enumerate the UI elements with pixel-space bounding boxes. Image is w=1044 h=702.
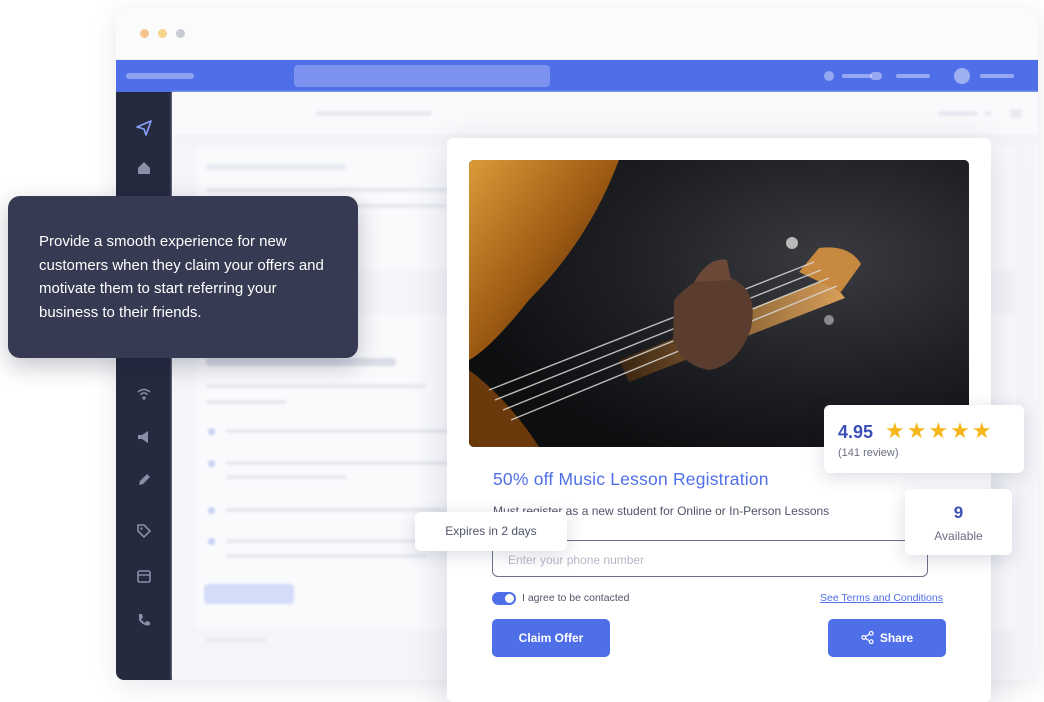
guitar-photo [469,160,969,447]
list-item [226,429,456,433]
header-icon-placeholder[interactable] [824,71,834,81]
toolbar-menu-placeholder[interactable] [1010,109,1022,118]
rating-value: 4.95 [838,422,874,442]
leads-title-placeholder [206,358,396,366]
available-count: 9 [953,503,964,522]
list-item-bullet [208,460,215,467]
header-link-placeholder[interactable] [842,74,872,78]
share-label: Share [879,631,914,645]
leads-line-placeholder [206,400,286,404]
terms-link[interactable]: See Terms and Conditions [820,592,943,604]
review-count: (141 review) [838,447,899,459]
phone-icon[interactable] [134,612,154,632]
consent-label: I agree to be contacted [522,592,630,604]
app-header [116,60,1038,92]
toolbar-title-placeholder [316,111,432,116]
offer-title: 50% off Music Lesson Registration [493,469,769,489]
header-link-placeholder[interactable] [896,74,930,78]
claim-offer-label: Claim Offer [518,631,584,645]
share-icon [861,630,874,645]
available-label: Available [934,529,983,543]
megaphone-icon[interactable] [134,429,154,449]
content-toolbar [172,92,1038,136]
list-item [226,475,346,479]
app-logo-placeholder [126,73,194,79]
phone-input-placeholder: Enter your phone number [508,553,645,567]
list-item [226,554,426,558]
marketing-screenshot: Provide a smooth experience for new cust… [0,0,1044,702]
toolbar-filter-placeholder[interactable] [938,111,978,116]
sidebar [116,92,172,680]
wifi-icon[interactable] [134,386,154,406]
calendar-icon[interactable] [134,568,154,588]
footer-placeholder [206,638,266,642]
home-icon[interactable] [134,160,154,180]
expiry-text: Expires in 2 days [445,524,537,538]
pen-icon[interactable] [134,472,154,492]
share-button[interactable]: Share [828,619,946,657]
window-titlebar [116,8,1038,60]
header-user-placeholder[interactable] [980,74,1014,78]
feature-tooltip: Provide a smooth experience for new cust… [8,196,358,358]
list-item-bullet [208,428,215,435]
rating-badge: 4.95 ★★★★★ (141 review) [824,405,1024,473]
list-item-bullet [208,538,215,545]
send-icon[interactable] [134,120,154,140]
header-search-placeholder[interactable] [294,65,550,87]
claim-offer-button[interactable]: Claim Offer [492,619,610,657]
header-icon-placeholder[interactable] [870,72,882,80]
window-minimize-dot[interactable] [158,29,167,38]
list-item-bullet [208,507,215,514]
star-rating-icon: ★★★★★ [885,418,994,443]
offer-image [469,160,969,447]
create-button-placeholder[interactable] [204,584,294,604]
tooltip-text: Provide a smooth experience for new cust… [39,233,324,321]
summary-title-placeholder [206,164,346,170]
expiry-badge: Expires in 2 days [415,512,567,551]
toolbar-filter-placeholder[interactable] [984,111,992,116]
tag-icon[interactable] [134,523,154,543]
summary-line-placeholder [206,188,456,192]
avatar[interactable] [954,68,970,84]
leads-line-placeholder [206,384,426,388]
list-item [226,461,456,465]
consent-toggle[interactable] [492,592,516,605]
window-close-dot[interactable] [140,29,149,38]
window-maximize-dot[interactable] [176,29,185,38]
availability-badge: 9 Available [905,489,1012,555]
